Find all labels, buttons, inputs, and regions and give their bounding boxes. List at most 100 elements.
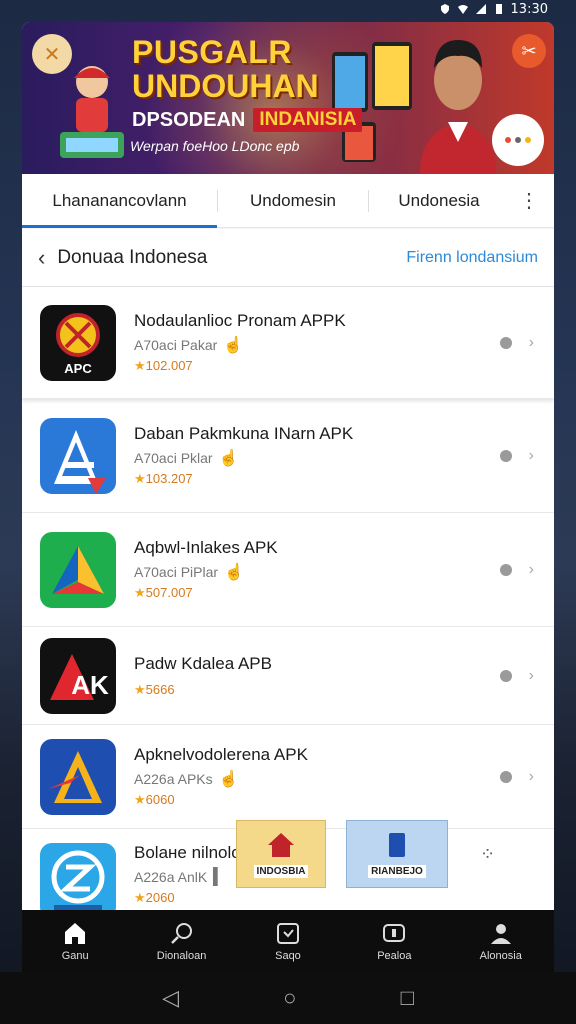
z-logo-icon <box>40 843 116 919</box>
temple-icon <box>268 832 294 857</box>
tab-2[interactable]: Undomesin <box>218 174 368 228</box>
ad-label-1: INDOSBIA <box>253 864 309 878</box>
hand-icon: ☝ <box>223 337 244 354</box>
home-icon <box>65 923 86 944</box>
tab-bar: Lhananancovlann Undomesin Undonesia ⋮ <box>22 174 554 228</box>
mascot-illustration <box>60 66 124 158</box>
ticket-icon <box>383 924 406 942</box>
app-subtitle: A226a AnlK <box>134 869 208 885</box>
apc-icon: APC <box>40 304 116 381</box>
list-item[interactable]: Aqbwl-Inlakes APK A70aci PiPlar ☝ ★507.00… <box>22 513 554 627</box>
status-dot-icon <box>500 770 512 783</box>
tab-1[interactable]: Lhananancovlann <box>22 174 217 228</box>
share-icon[interactable]: ✂ <box>512 34 546 68</box>
list-item[interactable]: Apknelvodolerena APK A226a APKs ☝ ★6060 › <box>22 725 554 829</box>
hand-icon: ☝ <box>218 771 239 788</box>
app-name: Padw Kdalea APB <box>134 653 272 673</box>
app-rating: 2060 <box>145 890 175 905</box>
more-dots-icon[interactable] <box>492 114 544 166</box>
phone-icon <box>389 832 405 857</box>
app-rating: 6060 <box>145 792 175 807</box>
app-subtitle: A226a APKs <box>134 771 213 787</box>
calendar-icon <box>276 923 299 944</box>
profile-icon <box>490 924 511 944</box>
star-icon: ★ <box>134 890 146 905</box>
app-rating: 5666 <box>145 681 175 697</box>
app-name: Aqbwl-Inlakes APK <box>134 538 278 557</box>
list-item[interactable]: APC Nodaulanlioc Pronam APPK A70aci Paka… <box>22 287 554 399</box>
chevron-right-icon[interactable]: › <box>529 667 534 685</box>
a-logo-icon <box>40 417 116 494</box>
triangle-logo-icon <box>40 738 116 815</box>
apc-icon-label: APC <box>64 361 92 376</box>
recents-square-icon[interactable]: □ <box>401 985 414 1011</box>
arrow-logo-icon <box>40 531 116 608</box>
status-bar: 13:30 <box>0 0 576 18</box>
ad-overlay: INDOSBIA RIANBEJO ⁘ <box>236 820 495 888</box>
signal-icon <box>475 4 486 14</box>
section-header: ‹ Donuaa Indonesa Firenn londansium <box>22 229 554 287</box>
nav-label: Ganu <box>61 950 89 962</box>
ad-label-2: RIANBEJO <box>368 864 426 878</box>
nav-item-profile[interactable]: Alonosia <box>451 920 551 962</box>
app-subtitle: A70aci Pklar <box>134 450 213 466</box>
nav-item-calendar[interactable]: Saqo <box>238 920 338 962</box>
hand-icon: ☝ <box>218 450 239 467</box>
banner-title-line1: PUSGALR <box>132 34 292 70</box>
phones-illustration <box>332 42 412 162</box>
home-circle-icon[interactable]: ○ <box>283 985 296 1011</box>
search-icon <box>170 923 192 944</box>
section-title: Donuaa Indonesa <box>57 246 208 268</box>
hand-icon: ▍ <box>213 869 226 886</box>
star-icon: ★ <box>134 585 146 600</box>
share-nodes-icon[interactable]: ⁘ <box>480 844 495 865</box>
status-time: 13:30 <box>510 1 548 17</box>
status-dot-icon <box>500 669 512 682</box>
chevron-right-icon[interactable]: › <box>529 561 534 579</box>
star-icon: ★ <box>134 681 146 697</box>
ak-icon-label: AK <box>71 670 109 700</box>
status-dot-icon <box>500 563 512 576</box>
banner-tagline: Werpan foeHoo LDonc epb <box>130 138 300 154</box>
chevron-right-icon[interactable]: › <box>529 768 534 786</box>
app-name: Nodaulanlioc Pronam APPK <box>134 311 346 330</box>
banner-sub-word: DPSODEAN <box>132 108 246 131</box>
chevron-right-icon[interactable]: › <box>529 334 534 352</box>
app-rating: 102.007 <box>145 358 193 373</box>
app-subtitle: A70aci Pakar <box>134 337 218 353</box>
back-arrow-icon[interactable]: ‹ <box>38 245 45 271</box>
ak-logo-icon: AK <box>40 637 116 714</box>
list-item[interactable]: AK Padw Kdalea APB ★5666 › <box>22 627 554 725</box>
app-name: Apknelvodolerena APK <box>134 745 308 764</box>
nav-label: Saqo <box>275 950 301 962</box>
nav-label: Dionaloan <box>156 950 207 962</box>
promo-banner[interactable]: ✕ PUSGALR UNDOUHAN DPSODEAN INDANISIA We… <box>22 22 554 174</box>
ad-card-1[interactable]: INDOSBIA <box>236 820 326 888</box>
nav-item-search[interactable]: Dionaloan <box>132 920 232 962</box>
nav-item-ticket[interactable]: Pealoa <box>344 920 444 962</box>
nav-item-home[interactable]: Ganu <box>25 920 125 962</box>
nav-label: Alonosia <box>479 950 522 962</box>
chevron-right-icon[interactable]: › <box>529 447 534 465</box>
tab-3[interactable]: Undonesia <box>369 174 509 228</box>
nav-label: Pealoa <box>377 950 412 962</box>
ad-card-2[interactable]: RIANBEJO <box>346 820 448 888</box>
star-icon: ★ <box>134 358 146 373</box>
wifi-icon <box>457 5 468 14</box>
status-dot-icon <box>500 449 512 462</box>
list-item[interactable]: Daban Pakmkuna INarn APK A70aci Pklar ☝ ★… <box>22 399 554 513</box>
app-name: Daban Pakmkuna INarn APK <box>134 424 354 443</box>
app-subtitle: A70aci PiPlar <box>134 564 219 580</box>
app-rating: 507.007 <box>145 585 193 600</box>
system-nav-bar: ◁ ○ □ <box>0 972 576 1024</box>
battery-icon <box>495 4 502 14</box>
bottom-nav: Ganu Dionaloan Saqo Pealoa Alonosia <box>22 910 554 972</box>
overflow-menu-icon[interactable]: ⋮ <box>509 188 549 213</box>
status-dot-icon <box>500 336 512 349</box>
shield-icon <box>440 4 449 14</box>
section-link[interactable]: Firenn londansium <box>406 249 538 267</box>
banner-sub-red: INDANISIA <box>253 108 363 132</box>
star-icon: ★ <box>134 792 146 807</box>
back-triangle-icon[interactable]: ◁ <box>162 985 179 1011</box>
app-rating: 103.207 <box>145 471 193 486</box>
